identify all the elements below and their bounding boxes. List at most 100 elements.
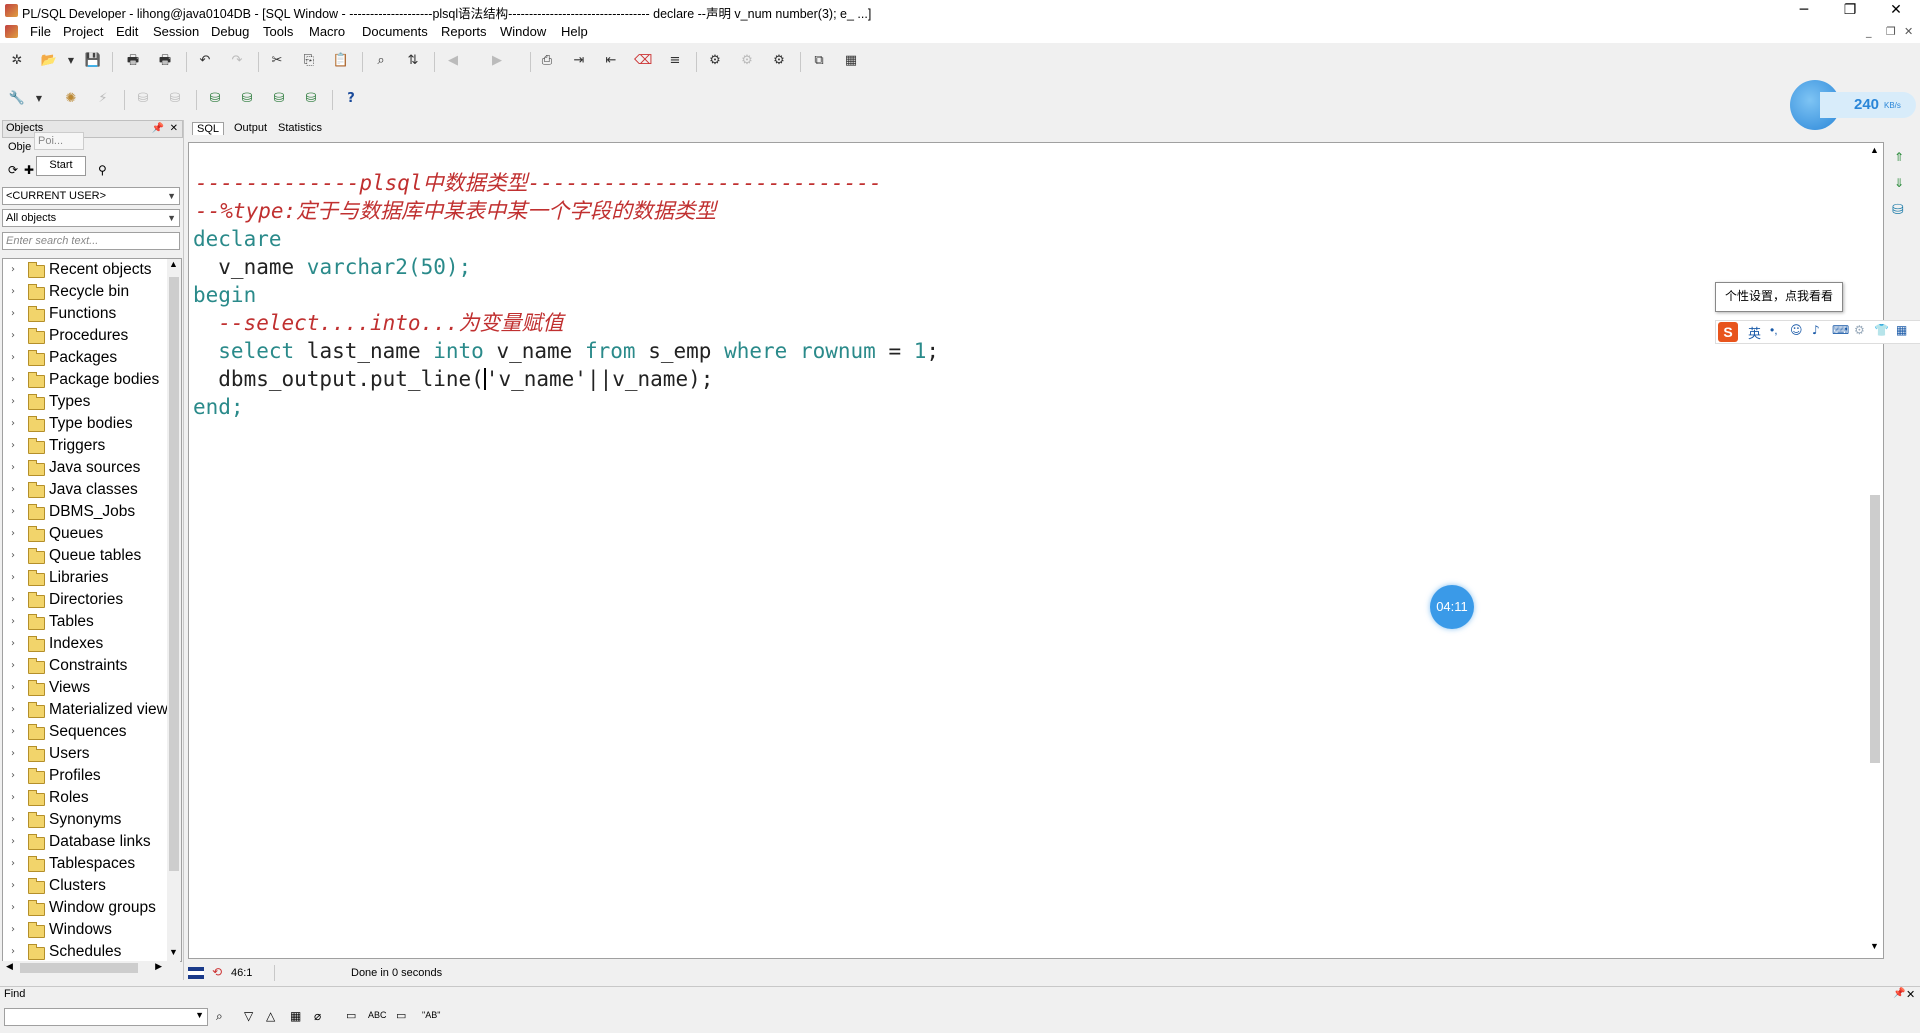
regex-icon[interactable]: ▭ <box>396 1009 406 1022</box>
scroll-down-icon[interactable]: ▼ <box>1870 941 1879 951</box>
expand-arrow-icon[interactable]: › <box>11 743 15 765</box>
tree-item[interactable]: › Queues <box>3 523 168 545</box>
tree-item[interactable]: › Triggers <box>3 435 168 457</box>
session-icon[interactable]: ⛁ <box>302 90 320 108</box>
sogou-logo-icon[interactable]: S <box>1718 322 1738 342</box>
expand-arrow-icon[interactable]: › <box>11 853 15 875</box>
expand-arrow-icon[interactable]: › <box>11 897 15 919</box>
highlight-icon[interactable]: ▦ <box>290 1009 301 1023</box>
find-next-icon[interactable]: ▽ <box>244 1009 253 1023</box>
tree-item[interactable]: › Tablespaces <box>3 853 168 875</box>
find-input[interactable]: ▼ <box>4 1008 208 1026</box>
menu-edit[interactable]: Edit <box>116 24 138 39</box>
tree-item[interactable]: › Functions <box>3 303 168 325</box>
menu-documents[interactable]: Documents <box>362 24 428 39</box>
copy-icon[interactable]: ⎘ <box>300 52 318 70</box>
keyboard-icon[interactable]: ⌨ <box>1832 323 1849 337</box>
settings-icon[interactable]: ⚙ <box>1854 323 1865 337</box>
new-icon[interactable]: ✲ <box>8 52 26 70</box>
tree-item[interactable]: › Packages <box>3 347 168 369</box>
help-icon[interactable]: ? <box>342 90 360 108</box>
scroll-up-icon[interactable]: ▲ <box>1870 145 1879 155</box>
expand-arrow-icon[interactable]: › <box>11 633 15 655</box>
mdi-restore-icon[interactable]: ❐ <box>1886 25 1896 38</box>
timer-badge[interactable]: 04:11 <box>1430 585 1474 629</box>
expand-arrow-icon[interactable]: › <box>11 567 15 589</box>
tree-horizontal-scrollbar[interactable]: ◀ ▶ <box>2 961 180 975</box>
tab-sql[interactable]: SQL <box>192 122 225 135</box>
arrow-down-icon[interactable]: ⇓ <box>1894 176 1904 190</box>
tree-item[interactable]: › Views <box>3 677 168 699</box>
tree-scroll-thumb[interactable] <box>169 277 179 871</box>
expand-arrow-icon[interactable]: › <box>11 677 15 699</box>
expand-arrow-icon[interactable]: › <box>11 479 15 501</box>
network-speed-widget[interactable]: 240 KB/s <box>1790 80 1918 130</box>
tree-item[interactable]: › Libraries <box>3 567 168 589</box>
undo-icon[interactable]: ↶ <box>196 52 214 70</box>
tree-item[interactable]: › Recent objects <box>3 259 168 281</box>
menu-debug[interactable]: Debug <box>211 24 249 39</box>
expand-arrow-icon[interactable]: › <box>11 699 15 721</box>
expand-arrow-icon[interactable]: › <box>11 545 15 567</box>
tree-item[interactable]: › Directories <box>3 589 168 611</box>
pin-icon[interactable]: 📌 <box>152 121 164 136</box>
commit-icon[interactable]: ⛁ <box>134 90 152 108</box>
macro-icon[interactable]: ⚙ <box>770 52 788 70</box>
tree-item[interactable]: › Windows <box>3 919 168 941</box>
tree-item[interactable]: › Database links <box>3 831 168 853</box>
arrow-up-icon[interactable]: ⇑ <box>1894 150 1904 164</box>
paste-icon[interactable]: 📋 <box>332 52 350 70</box>
ime-toolbar[interactable]: S 英 •, ☺ ♪ ⌨ ⚙ 👕 ▦ <box>1715 320 1920 344</box>
comment-icon[interactable]: ⎙ <box>538 52 556 70</box>
tree-item[interactable]: › Java sources <box>3 457 168 479</box>
execute-plan-icon[interactable]: ⚙ <box>706 52 724 70</box>
filter-icon[interactable]: ⚲ <box>98 163 107 177</box>
tree-item[interactable]: › Queue tables <box>3 545 168 567</box>
save-icon[interactable]: 💾 <box>84 52 102 70</box>
expand-arrow-icon[interactable]: › <box>11 325 15 347</box>
menu-project[interactable]: Project <box>63 24 103 39</box>
menu-macro[interactable]: Macro <box>309 24 345 39</box>
expand-arrow-icon[interactable]: › <box>11 347 15 369</box>
windows-cascade-icon[interactable]: ⧉ <box>810 52 828 70</box>
print-icon[interactable]: 🖶 <box>124 52 142 70</box>
indent-icon[interactable]: ⇥ <box>570 52 588 70</box>
tree-item[interactable]: › DBMS_Jobs <box>3 501 168 523</box>
expand-arrow-icon[interactable]: › <box>11 457 15 479</box>
find-previous-icon[interactable]: △ <box>266 1009 275 1023</box>
expand-arrow-icon[interactable]: › <box>11 523 15 545</box>
emoji-icon[interactable]: ☺ <box>1790 323 1803 337</box>
case-icon[interactable]: ▭ <box>346 1009 356 1022</box>
add-icon[interactable]: ✚ <box>24 163 34 177</box>
expand-arrow-icon[interactable]: › <box>11 435 15 457</box>
tree-item[interactable]: › Window groups <box>3 897 168 919</box>
expand-arrow-icon[interactable]: › <box>11 941 15 961</box>
debug-icon[interactable]: ⚙ <box>738 52 756 70</box>
log-off-icon[interactable]: ⛁ <box>238 90 256 108</box>
menu-app-icon[interactable] <box>5 25 18 38</box>
cut-icon[interactable]: ✂ <box>268 52 286 70</box>
menu-help[interactable]: Help <box>561 24 588 39</box>
tree-item[interactable]: › Synonyms <box>3 809 168 831</box>
tree-item[interactable]: › Schedules <box>3 941 168 961</box>
tree-item[interactable]: › Tables <box>3 611 168 633</box>
tree-item[interactable]: › Sequences <box>3 721 168 743</box>
tree-item[interactable]: › Recycle bin <box>3 281 168 303</box>
expand-arrow-icon[interactable]: › <box>11 787 15 809</box>
mdi-minimize-icon[interactable]: _ <box>1866 25 1872 38</box>
menu-window[interactable]: Window <box>500 24 546 39</box>
open-icon[interactable]: 📂 <box>40 52 58 70</box>
unindent-icon[interactable]: ⇤ <box>602 52 620 70</box>
tree-item[interactable]: › Materialized views <box>3 699 176 721</box>
rollback-icon[interactable]: ⛁ <box>166 90 184 108</box>
clear-icon[interactable]: ⌫ <box>634 52 652 70</box>
tree-item[interactable]: › Indexes <box>3 633 168 655</box>
tree-item[interactable]: › Users <box>3 743 168 765</box>
punctuation-icon[interactable]: •, <box>1770 323 1778 337</box>
tree-item[interactable]: › Types <box>3 391 168 413</box>
expand-arrow-icon[interactable]: › <box>11 655 15 677</box>
expand-arrow-icon[interactable]: › <box>11 589 15 611</box>
expand-arrow-icon[interactable]: › <box>11 721 15 743</box>
find-close-icon[interactable]: ✕ <box>1906 988 1915 1001</box>
editor-vertical-scrollbar[interactable]: ▲ ▼ <box>1867 143 1883 956</box>
